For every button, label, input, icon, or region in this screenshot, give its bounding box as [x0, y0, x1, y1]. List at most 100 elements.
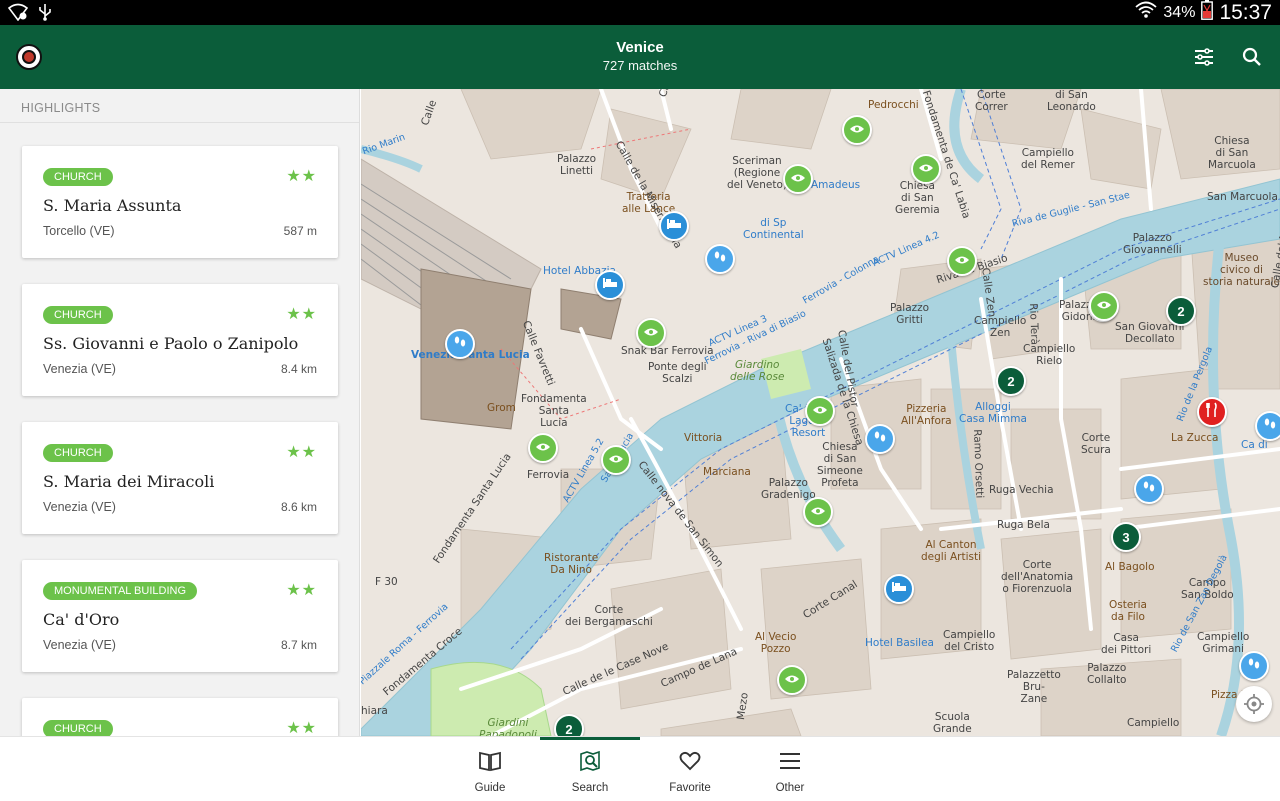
highlight-card[interactable]: CHURCH ★★ Ss. Giovanni e Paolo o Zanipol… — [22, 284, 338, 396]
place-location: Venezia (VE) — [43, 500, 116, 514]
search-icon — [1242, 47, 1261, 66]
usb-icon — [38, 3, 52, 26]
battery-icon — [1201, 0, 1214, 25]
sight-pin[interactable] — [783, 164, 813, 194]
battery-percent: 34% — [1163, 3, 1196, 21]
footprints-icon — [453, 335, 467, 354]
map-label: Hotel Basilea — [865, 637, 934, 649]
cluster-pin[interactable]: 2 — [554, 714, 584, 736]
place-location: Venezia (VE) — [43, 362, 116, 376]
map-label: Ruga Vechia — [989, 484, 1054, 496]
category-badge: MONUMENTAL BUILDING — [43, 582, 198, 600]
map-label: Ponte degli Scalzi — [648, 361, 707, 385]
place-location: Venezia (VE) — [43, 638, 116, 652]
map-label: Fondamenta Santa Lucia — [521, 393, 587, 429]
sight-pin[interactable] — [777, 665, 807, 695]
eye-icon — [608, 451, 624, 469]
search-button[interactable] — [1240, 45, 1264, 69]
cluster-pin[interactable]: 3 — [1111, 522, 1141, 552]
footprints-icon — [873, 430, 887, 449]
cluster-pin[interactable]: 2 — [1166, 296, 1196, 326]
nav-search[interactable]: Search — [540, 737, 640, 801]
map-label: Vittoria — [684, 432, 723, 444]
map-label: Marciana — [703, 466, 751, 478]
filter-button[interactable] — [1192, 45, 1216, 69]
sight-pin[interactable] — [601, 445, 631, 475]
map-label: di San Leonardo — [1047, 89, 1096, 113]
category-badge: CHURCH — [43, 444, 113, 462]
place-location: Torcello (VE) — [43, 224, 115, 238]
hotel-pin[interactable] — [595, 270, 625, 300]
map-label: Palazzetto Bru- Zane — [1007, 669, 1061, 705]
highlights-panel[interactable]: HIGHLIGHTS CHURCH ★★ S. Maria Assunta To… — [0, 89, 360, 736]
my-location-button[interactable] — [1236, 686, 1272, 722]
map-label: di Sp Continental — [743, 217, 804, 241]
fork-knife-icon — [1206, 402, 1218, 423]
sight-pin[interactable] — [842, 115, 872, 145]
highlight-card[interactable]: CHURCH ★★ S. Maria dei Miracoli Venezia … — [22, 422, 338, 534]
sight-pin[interactable] — [947, 246, 977, 276]
map-label: F 30 — [375, 576, 398, 588]
app-logo[interactable] — [16, 44, 42, 70]
eye-icon — [812, 402, 828, 420]
rating-stars: ★★ — [286, 444, 317, 461]
highlight-card[interactable]: MONUMENTAL BUILDING ★★ Ca' d'Oro Venezia… — [22, 560, 338, 672]
hotel-pin[interactable] — [659, 211, 689, 241]
eye-icon — [790, 170, 806, 188]
map-label: Amadeus — [811, 179, 861, 191]
sight-pin[interactable] — [911, 154, 941, 184]
map-view[interactable]: Palazzo Linetti Sceriman (Regione del Ve… — [361, 89, 1280, 736]
walk-pin[interactable] — [1255, 411, 1280, 441]
sight-pin[interactable] — [636, 318, 666, 348]
sight-pin[interactable] — [803, 497, 833, 527]
page-title-group: Venice 727 matches — [440, 39, 840, 75]
place-name: Ca' d'Oro — [43, 610, 120, 629]
category-badge: CHURCH — [43, 306, 113, 324]
rating-stars: ★★ — [286, 168, 317, 185]
map-label: Campiello Zen — [974, 315, 1027, 339]
eye-icon — [918, 160, 934, 178]
highlight-card[interactable]: CHURCH ★★ S. Maria Assunta Torcello (VE)… — [22, 146, 338, 258]
cluster-pin[interactable]: 2 — [996, 366, 1026, 396]
map-label: Sceriman (Regione del Veneto) — [727, 155, 787, 191]
map-label: Giardini Papadopoli — [479, 717, 537, 736]
sight-pin[interactable] — [805, 396, 835, 426]
map-label: Chiesa di San Geremia — [895, 180, 940, 216]
bed-icon — [891, 580, 907, 598]
nav-other[interactable]: Other — [740, 737, 840, 801]
walk-pin[interactable] — [865, 424, 895, 454]
walk-pin[interactable] — [1134, 474, 1164, 504]
map-label: Pedrocchi — [868, 99, 919, 111]
eye-icon — [954, 252, 970, 270]
nav-label: Other — [775, 782, 805, 794]
map-label: Corte dei Bergamaschi — [565, 604, 653, 628]
walk-pin[interactable] — [705, 244, 735, 274]
map-label: Corte Correr — [975, 89, 1008, 113]
section-label: HIGHLIGHTS — [21, 101, 101, 115]
walk-pin[interactable] — [1239, 651, 1269, 681]
map-label: Campiello del Cristo — [943, 629, 996, 653]
nav-guide[interactable]: Guide — [440, 737, 540, 801]
map-label: Palazzo Linetti — [557, 153, 597, 177]
map-label: Ca di — [1241, 439, 1268, 451]
map-label: Pizzeria All'Anfora — [901, 403, 952, 427]
rating-stars: ★★ — [286, 720, 317, 736]
nav-favorite[interactable]: Favorite — [640, 737, 740, 801]
heart-icon — [679, 751, 701, 771]
category-badge: CHURCH — [43, 720, 113, 736]
map-label: Ramo Orsetti — [971, 429, 986, 499]
page-title: Venice — [616, 39, 664, 56]
sight-pin[interactable] — [528, 433, 558, 463]
map-label: Ferrovia — [527, 469, 570, 481]
highlight-card[interactable]: CHURCH ★★ — [22, 698, 338, 736]
restaurant-pin[interactable] — [1197, 397, 1227, 427]
hotel-pin[interactable] — [884, 574, 914, 604]
walk-pin[interactable] — [445, 329, 475, 359]
map-label: Ristorante Da Nino — [544, 552, 599, 576]
notification-app-icon — [7, 3, 29, 26]
place-distance: 587 m — [283, 224, 317, 238]
match-count: 727 matches — [602, 58, 678, 73]
sight-pin[interactable] — [1089, 291, 1119, 321]
filter-icon — [1195, 48, 1213, 66]
map-label: Al Canton degli Artisti — [921, 539, 982, 563]
